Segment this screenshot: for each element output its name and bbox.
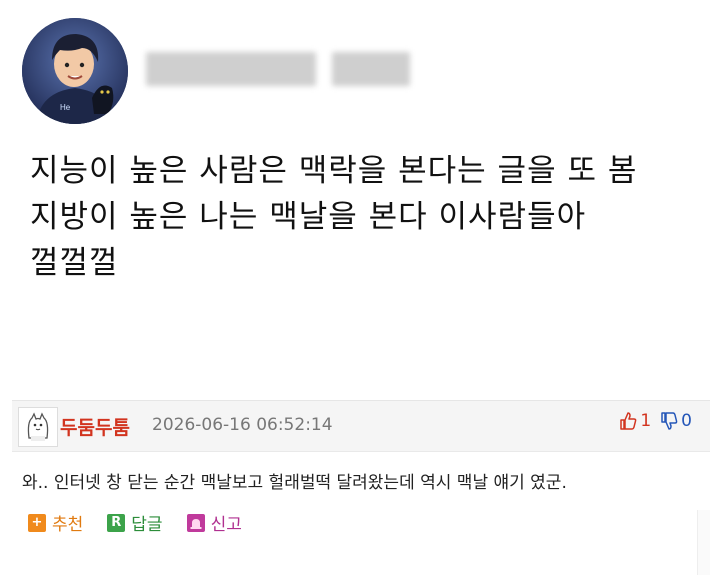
thumbs-up-icon[interactable] bbox=[618, 411, 638, 431]
thumbs-down-icon[interactable] bbox=[659, 411, 679, 431]
svg-text:He: He bbox=[60, 103, 71, 112]
up-count: 1 bbox=[640, 411, 652, 431]
comment-author[interactable]: 두둠두툼 bbox=[60, 413, 130, 440]
post-body: 지능이 높은 사람은 맥락을 본다는 글을 또 봄 지방이 높은 나는 맥날을 … bbox=[30, 153, 638, 281]
author-avatar[interactable]: He bbox=[22, 18, 128, 124]
recommend-label: 추천 bbox=[52, 515, 84, 535]
down-count: 0 bbox=[681, 411, 692, 431]
plus-icon: + bbox=[28, 513, 46, 532]
comment-header: 두둠두툼 2026-06-16 06:52:14 1 0 bbox=[12, 400, 710, 452]
reply-label: 답글 bbox=[131, 515, 163, 535]
siren-icon bbox=[186, 513, 205, 532]
report-label: 신고 bbox=[210, 515, 242, 535]
comment-timestamp: 2026-06-16 06:52:14 bbox=[152, 415, 333, 435]
comment-actions: + 추천 R 답글 신고 bbox=[28, 510, 242, 535]
comment: 두둠두툼 2026-06-16 06:52:14 1 0 와.. 인터넷 창 닫… bbox=[0, 400, 710, 575]
reply-r-icon: R bbox=[107, 513, 126, 532]
vote-group: 1 0 bbox=[618, 411, 692, 431]
username-blurred bbox=[146, 52, 316, 86]
report-button[interactable]: 신고 bbox=[186, 510, 242, 535]
post: He 지능이 높은 사람은 맥락을 본다는 글을 또 봄 지방이 높은 나는 맥… bbox=[0, 0, 710, 400]
reply-button[interactable]: R 답글 bbox=[107, 510, 163, 535]
recommend-button[interactable]: + 추천 bbox=[28, 510, 83, 535]
user-meta-blurred bbox=[332, 52, 410, 86]
avatar-illustration: He bbox=[22, 18, 128, 124]
scroll-edge bbox=[697, 510, 710, 575]
comment-body: 와.. 인터넷 창 닫는 순간 맥날보고 헐래벌떡 달려왔는데 역시 맥날 얘기… bbox=[22, 473, 567, 493]
commenter-avatar-icon[interactable] bbox=[18, 407, 58, 447]
